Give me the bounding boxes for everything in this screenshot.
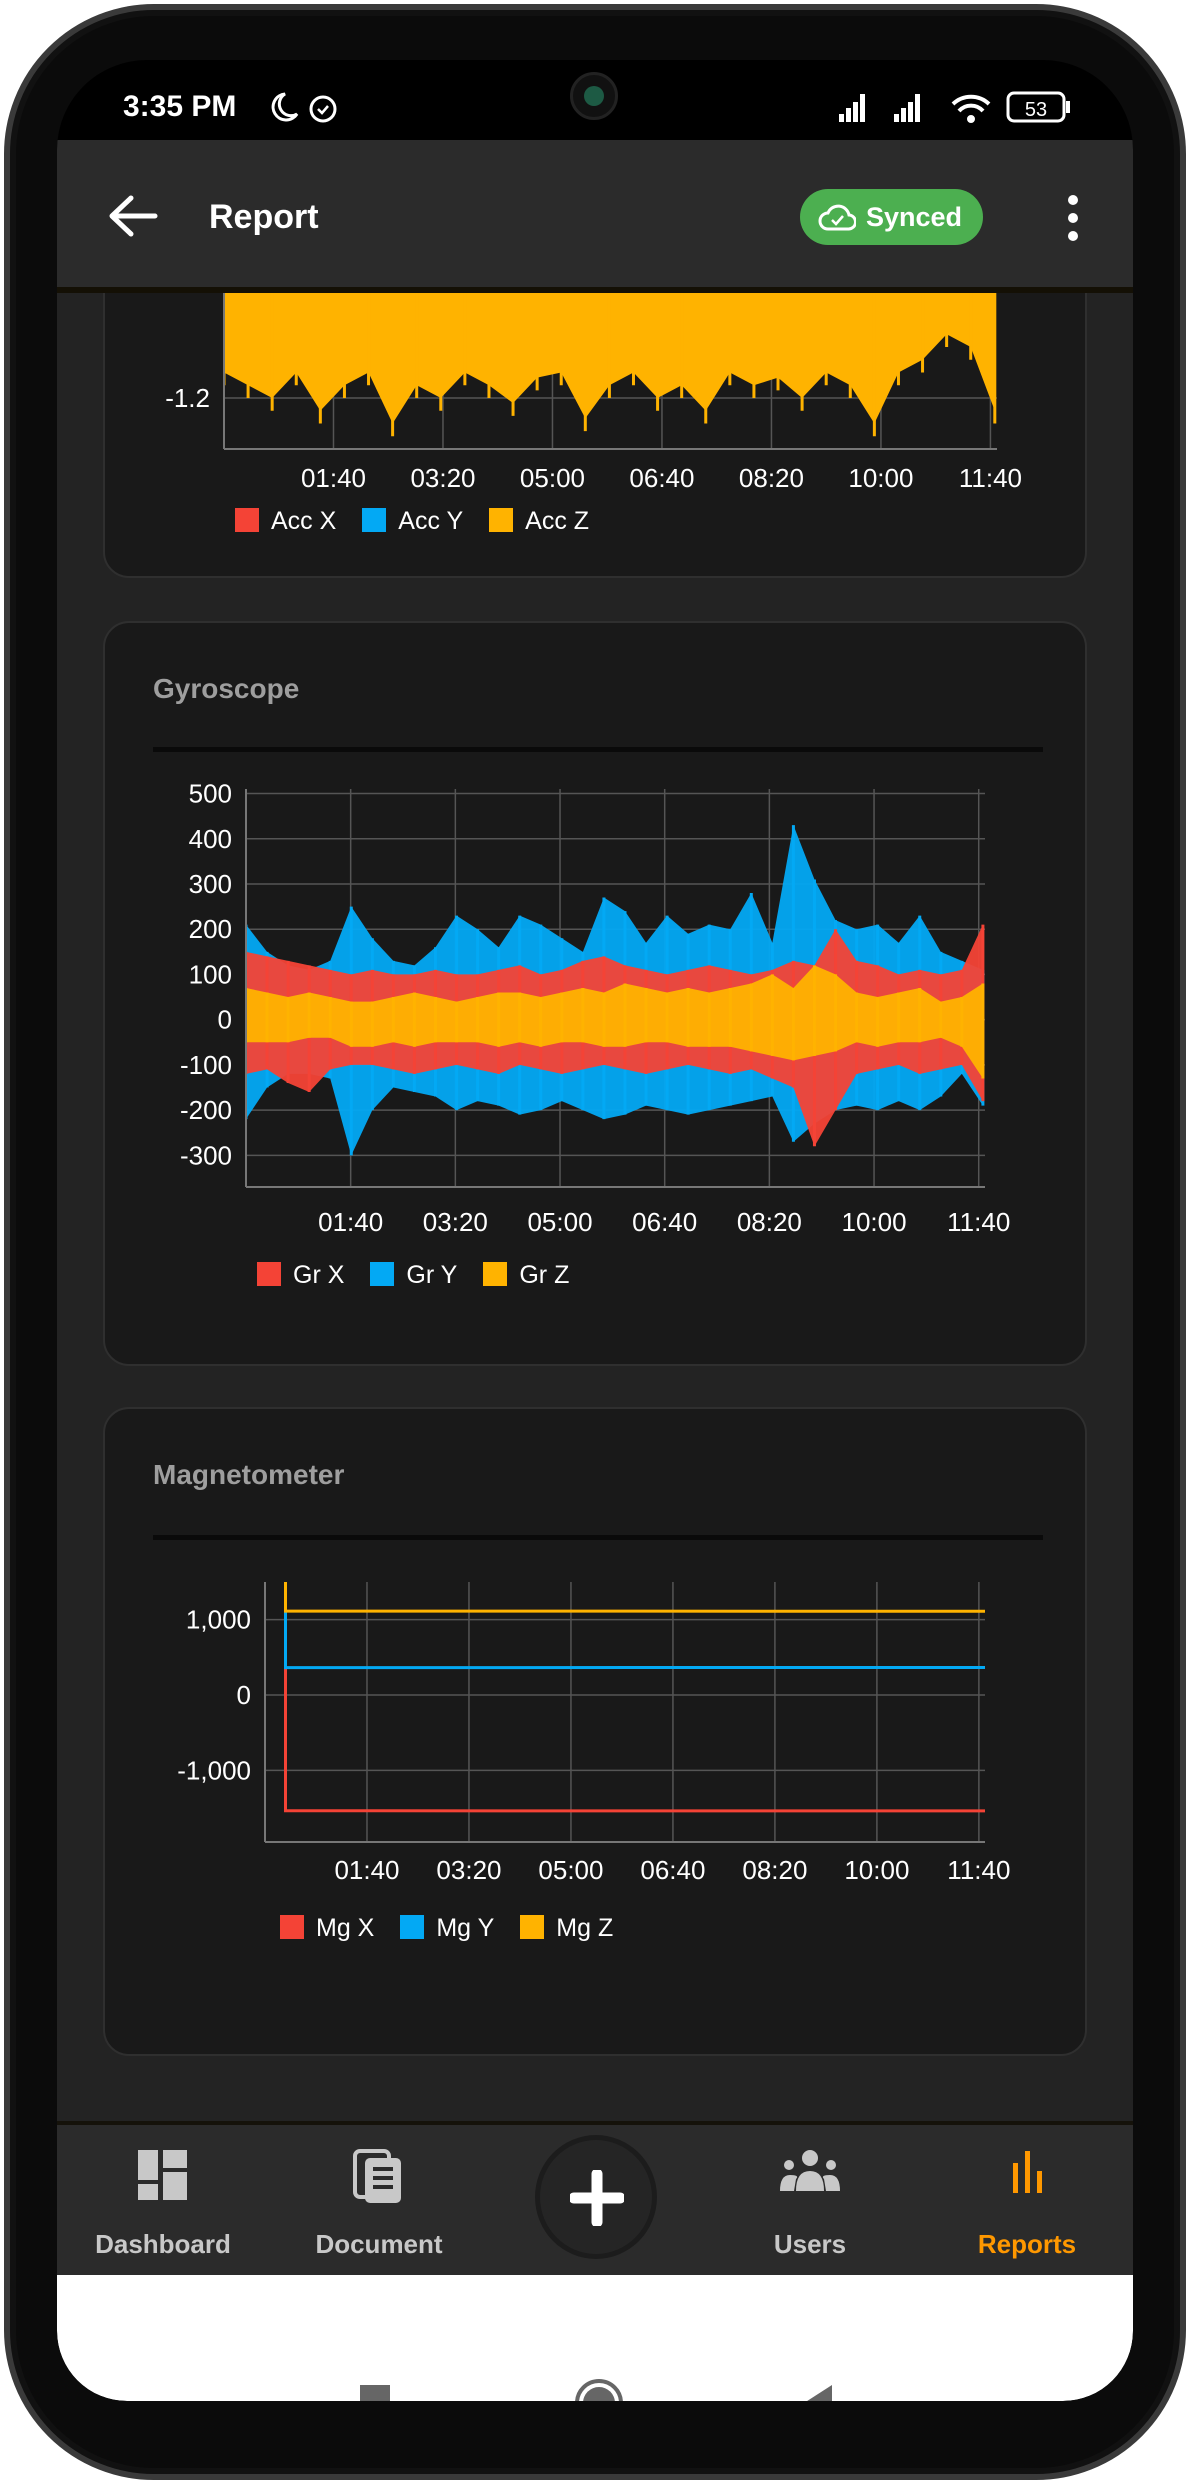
users-icon bbox=[780, 2150, 840, 2191]
magnetometer-chart: 1,000 0 -1,000 01:40 03:20 05:00 06:40 08:20 10:… bbox=[177, 1582, 1010, 1885]
magnetometer-card: Magnetometer 1,000 0 -1,000 01:40 03:20 05:00… bbox=[103, 1407, 1087, 2056]
x-tick-label: 01:40 bbox=[318, 1207, 383, 1237]
nav-reports[interactable]: Reports bbox=[937, 2149, 1117, 2259]
x-tick-label: 08:20 bbox=[742, 1855, 807, 1885]
plot-area bbox=[246, 825, 985, 1156]
x-tick-label: 11:40 bbox=[947, 1855, 1010, 1885]
y-tick-label: 100 bbox=[189, 959, 232, 989]
alarm-icon bbox=[309, 95, 337, 123]
series-line-mg-y bbox=[283, 1582, 985, 1670]
x-tick-label: 06:40 bbox=[640, 1855, 705, 1885]
x-tick-label: 03:20 bbox=[423, 1207, 488, 1237]
legend-item-acc-z: Acc Z bbox=[489, 507, 589, 536]
page-title: Report bbox=[209, 198, 319, 236]
moon-icon bbox=[271, 92, 299, 122]
plot-area bbox=[283, 1582, 985, 1813]
legend-item-gr-y: Gr Y bbox=[370, 1261, 457, 1290]
y-tick-label: -100 bbox=[180, 1050, 232, 1080]
plus-icon bbox=[570, 2170, 624, 2226]
x-tick-label: 06:40 bbox=[632, 1207, 697, 1237]
x-tick-label: 03:20 bbox=[410, 463, 475, 493]
front-camera bbox=[570, 72, 618, 120]
y-tick-label: -1,000 bbox=[177, 1755, 251, 1785]
bottom-navigation: Dashboard Document Users Reports bbox=[57, 2121, 1133, 2275]
x-tick-label: 03:20 bbox=[436, 1855, 501, 1885]
legend-item-gr-z: Gr Z bbox=[483, 1261, 569, 1290]
y-tick-label: -300 bbox=[180, 1140, 232, 1170]
accelerometer-card: -1.2 01:40 03:20 05:00 06:40 08:20 10:00 11:40 … bbox=[103, 293, 1087, 578]
legend-item-mg-z: Mg Z bbox=[520, 1914, 613, 1943]
wifi-icon bbox=[951, 94, 991, 123]
series-line-mg-z bbox=[283, 1582, 985, 1613]
x-tick-label: 10:00 bbox=[844, 1855, 909, 1885]
legend-item-mg-x: Mg X bbox=[280, 1914, 374, 1943]
status-icons: 53 bbox=[839, 91, 1070, 123]
dashboard-icon bbox=[138, 2150, 187, 2200]
x-tick-label: 05:00 bbox=[538, 1855, 603, 1885]
plot-area bbox=[224, 293, 997, 437]
cloud-check-icon bbox=[818, 204, 856, 231]
legend-item-mg-y: Mg Y bbox=[400, 1914, 494, 1943]
add-button[interactable] bbox=[535, 2135, 657, 2259]
home-icon[interactable] bbox=[574, 2377, 624, 2401]
sync-status-badge[interactable]: Synced bbox=[800, 189, 983, 245]
x-tick-label: 06:40 bbox=[629, 463, 694, 493]
back-icon[interactable] bbox=[802, 2383, 834, 2401]
signal-icon bbox=[839, 94, 865, 122]
x-tick-label: 01:40 bbox=[301, 463, 366, 493]
sync-status-label: Synced bbox=[866, 201, 963, 232]
y-tick-label: 400 bbox=[189, 824, 232, 854]
bar-chart-icon bbox=[1013, 2151, 1042, 2193]
x-tick-label: 05:00 bbox=[520, 463, 585, 493]
nav-users[interactable]: Users bbox=[720, 2149, 900, 2259]
legend-item-acc-x: Acc X bbox=[235, 507, 336, 536]
gyroscope-chart: 500 400 300 200 100 0 -100 -200 -300 01:40 03:20 05… bbox=[180, 779, 1010, 1237]
y-tick-label: 300 bbox=[189, 869, 232, 899]
system-navigation-bar bbox=[57, 2275, 1133, 2401]
accelerometer-legend: Acc X Acc Y Acc Z bbox=[235, 507, 589, 536]
x-tick-label: 05:00 bbox=[527, 1207, 592, 1237]
x-tick-label: 11:40 bbox=[947, 1207, 1010, 1237]
magnetometer-legend: Mg X Mg Y Mg Z bbox=[280, 1914, 613, 1943]
battery-level: 53 bbox=[1025, 99, 1047, 121]
y-tick-label: 500 bbox=[189, 779, 232, 809]
x-tick-label: 10:00 bbox=[842, 1207, 907, 1237]
x-tick-label: 11:40 bbox=[959, 463, 1022, 493]
y-tick-label: 0 bbox=[218, 1005, 232, 1035]
recents-icon[interactable] bbox=[360, 2385, 390, 2401]
status-time: 3:35 PM bbox=[123, 90, 237, 123]
legend-item-acc-y: Acc Y bbox=[362, 507, 463, 536]
x-tick-label: 10:00 bbox=[848, 463, 913, 493]
x-tick-label: 01:40 bbox=[334, 1855, 399, 1885]
report-content[interactable]: -1.2 01:40 03:20 05:00 06:40 08:20 10:00 11:40 … bbox=[57, 293, 1133, 2121]
y-tick-label: 0 bbox=[237, 1680, 251, 1710]
document-icon bbox=[353, 2149, 401, 2203]
legend-item-gr-x: Gr X bbox=[257, 1261, 344, 1290]
y-tick-label: -1.2 bbox=[165, 383, 210, 413]
y-tick-label: 200 bbox=[189, 914, 232, 944]
y-tick-label: -200 bbox=[180, 1095, 232, 1125]
more-vert-icon[interactable] bbox=[1060, 192, 1086, 244]
screen: 3:35 PM 53 Report Synced -1.2 01:40 03:20 0… bbox=[57, 60, 1133, 2401]
gyroscope-legend: Gr X Gr Y Gr Z bbox=[257, 1261, 569, 1290]
nav-dashboard[interactable]: Dashboard bbox=[73, 2149, 253, 2259]
nav-document[interactable]: Document bbox=[289, 2149, 469, 2259]
x-tick-label: 08:20 bbox=[737, 1207, 802, 1237]
x-tick-label: 08:20 bbox=[739, 463, 804, 493]
accelerometer-chart: -1.2 01:40 03:20 05:00 06:40 08:20 10:00 11:40 bbox=[165, 293, 1022, 493]
signal-icon-2 bbox=[894, 94, 920, 122]
gyroscope-card: Gyroscope 500 400 300 200 100 0 -100 -200 -300 01… bbox=[103, 621, 1087, 1366]
back-arrow-icon[interactable] bbox=[107, 194, 159, 238]
app-bar: Report Synced bbox=[57, 140, 1133, 293]
y-tick-label: 1,000 bbox=[186, 1605, 251, 1635]
moon-alarm-icons bbox=[271, 92, 337, 123]
status-bar: 3:35 PM 53 bbox=[57, 60, 1133, 140]
